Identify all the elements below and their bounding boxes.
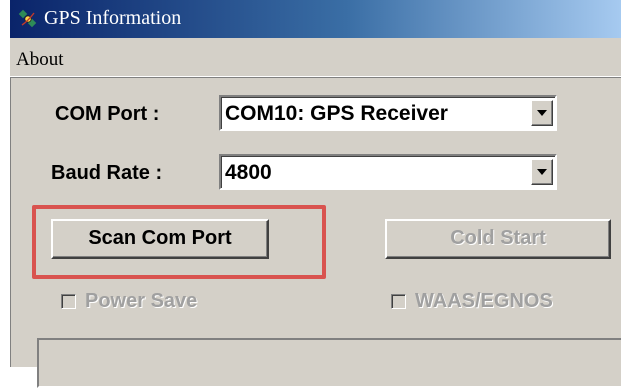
waas-egnos-checkbox[interactable] xyxy=(391,294,406,309)
waas-egnos-label: WAAS/EGNOS xyxy=(415,290,553,312)
baud-rate-select[interactable]: 4800 xyxy=(219,154,557,190)
chevron-down-icon xyxy=(537,110,547,116)
scan-com-port-button[interactable]: Scan Com Port xyxy=(51,219,269,259)
cold-start-button[interactable]: Cold Start xyxy=(385,219,611,259)
chevron-down-icon xyxy=(537,169,547,175)
com-port-label: COM Port : xyxy=(55,103,160,125)
power-save-checkbox[interactable] xyxy=(61,294,76,309)
title-bar[interactable]: GPS Information xyxy=(10,0,621,38)
baud-rate-label: Baud Rate : xyxy=(51,162,163,184)
com-port-dropdown-button[interactable] xyxy=(531,100,553,126)
baud-rate-dropdown-button[interactable] xyxy=(531,159,553,185)
window-title: GPS Information xyxy=(44,7,182,29)
menu-bar: About xyxy=(10,40,621,77)
gps-satellite-icon xyxy=(18,9,38,29)
gps-information-window: GPS Information About COM Port : COM10: … xyxy=(8,0,621,388)
info-panel xyxy=(37,338,621,388)
client-area: COM Port : COM10: GPS Receiver Baud Rate… xyxy=(10,77,621,388)
com-port-select[interactable]: COM10: GPS Receiver xyxy=(219,95,557,131)
menu-about[interactable]: About xyxy=(16,49,64,71)
baud-rate-value: 4800 xyxy=(225,161,272,184)
power-save-label: Power Save xyxy=(85,290,198,312)
com-port-value: COM10: GPS Receiver xyxy=(225,102,448,125)
